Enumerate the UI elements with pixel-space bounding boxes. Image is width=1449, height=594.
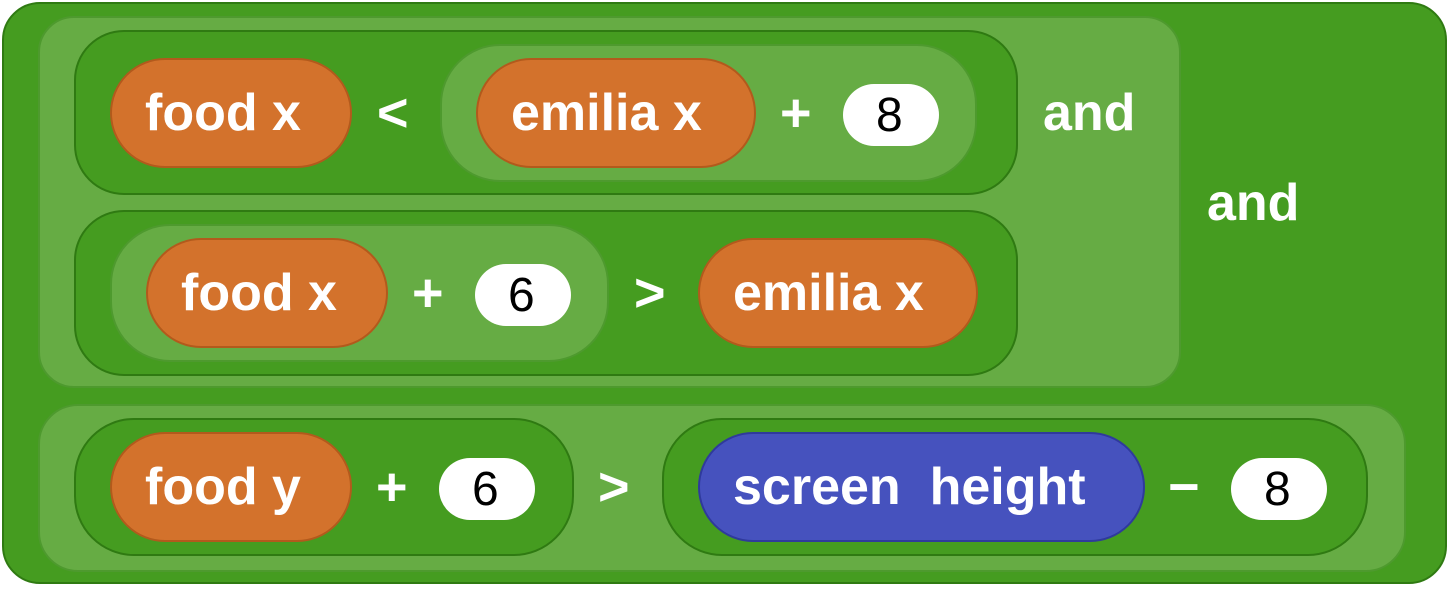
plus-symbol: + xyxy=(412,263,444,323)
minus-symbol: − xyxy=(1168,457,1200,517)
greater-than-symbol: > xyxy=(598,457,630,517)
plus-symbol: + xyxy=(376,457,408,517)
number-input-value: 6 xyxy=(472,463,499,516)
emilia-x-label: emilia x xyxy=(733,264,924,322)
food-x-label: food x xyxy=(181,264,337,322)
number-input-value: 6 xyxy=(508,269,535,322)
inner-and-label: and xyxy=(1043,84,1136,142)
screen-height-label: screen height xyxy=(733,458,1086,516)
emilia-x-label: emilia x xyxy=(511,84,702,142)
number-input-value: 8 xyxy=(876,89,903,142)
plus-symbol: + xyxy=(780,83,812,143)
less-than-symbol: < xyxy=(377,83,409,143)
number-input-value: 8 xyxy=(1264,463,1291,516)
food-y-label: food y xyxy=(145,458,301,516)
food-x-label: food x xyxy=(145,84,301,142)
outer-and-label: and xyxy=(1207,174,1300,232)
greater-than-symbol: > xyxy=(634,263,666,323)
